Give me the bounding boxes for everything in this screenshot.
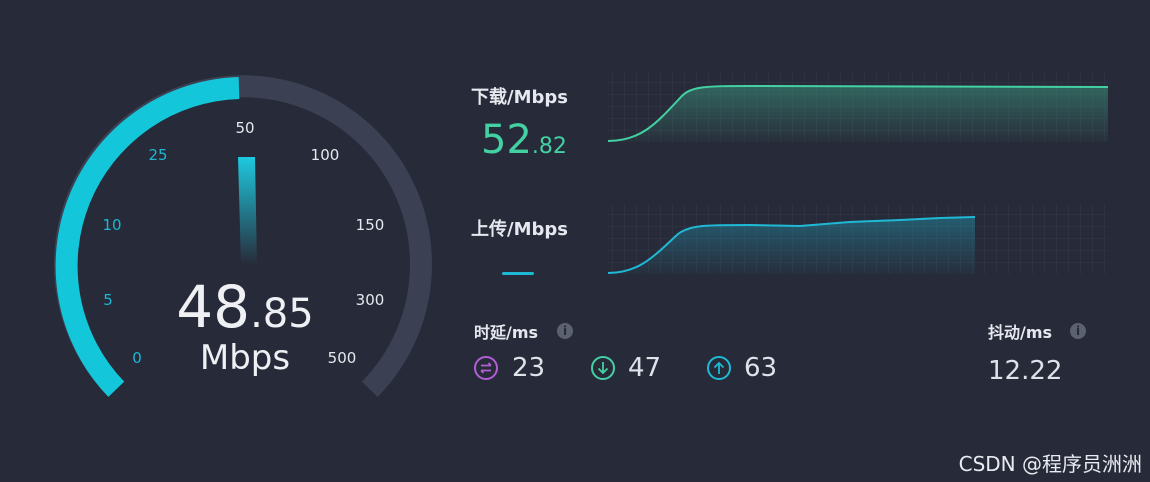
upload-value-placeholder xyxy=(502,272,534,275)
jitter-label: 抖动/ms xyxy=(988,323,1053,342)
scale-label-150: 150 xyxy=(356,216,385,234)
scale-label-100: 100 xyxy=(311,146,340,164)
latency-idle-value: 23 xyxy=(512,353,546,383)
latency-upload-value: 63 xyxy=(744,353,778,383)
speed-int: 48 xyxy=(176,273,251,341)
speed-unit: Mbps xyxy=(199,338,291,378)
jitter-info-icon[interactable]: i xyxy=(1070,323,1086,339)
download-frac: .82 xyxy=(531,134,567,159)
scale-label-25: 25 xyxy=(148,146,167,164)
watermark: CSDN @程序员洲洲 xyxy=(958,452,1142,476)
gauge-needle xyxy=(238,157,257,265)
speed-graphs xyxy=(607,72,1109,274)
speed-frac: .85 xyxy=(250,291,314,337)
swap-icon xyxy=(474,356,498,380)
arrow-down-icon xyxy=(591,356,615,380)
scale-label-10: 10 xyxy=(102,216,121,234)
latency-info-icon[interactable]: i xyxy=(557,323,573,339)
download-int: 52 xyxy=(481,117,532,163)
jitter-value: 12.22 xyxy=(988,356,1063,386)
scale-label-5: 5 xyxy=(103,291,113,309)
download-value: 52.82 xyxy=(481,116,567,171)
speed-gauge: 0 5 10 25 50 100 150 300 500 xyxy=(54,75,432,398)
latency-label: 时延/ms xyxy=(474,323,539,342)
download-label: 下载/Mbps xyxy=(471,87,568,108)
latency-download-value: 47 xyxy=(628,353,662,383)
arrow-up-icon xyxy=(707,356,731,380)
scale-label-50: 50 xyxy=(235,119,254,137)
upload-label: 上传/Mbps xyxy=(471,219,568,240)
